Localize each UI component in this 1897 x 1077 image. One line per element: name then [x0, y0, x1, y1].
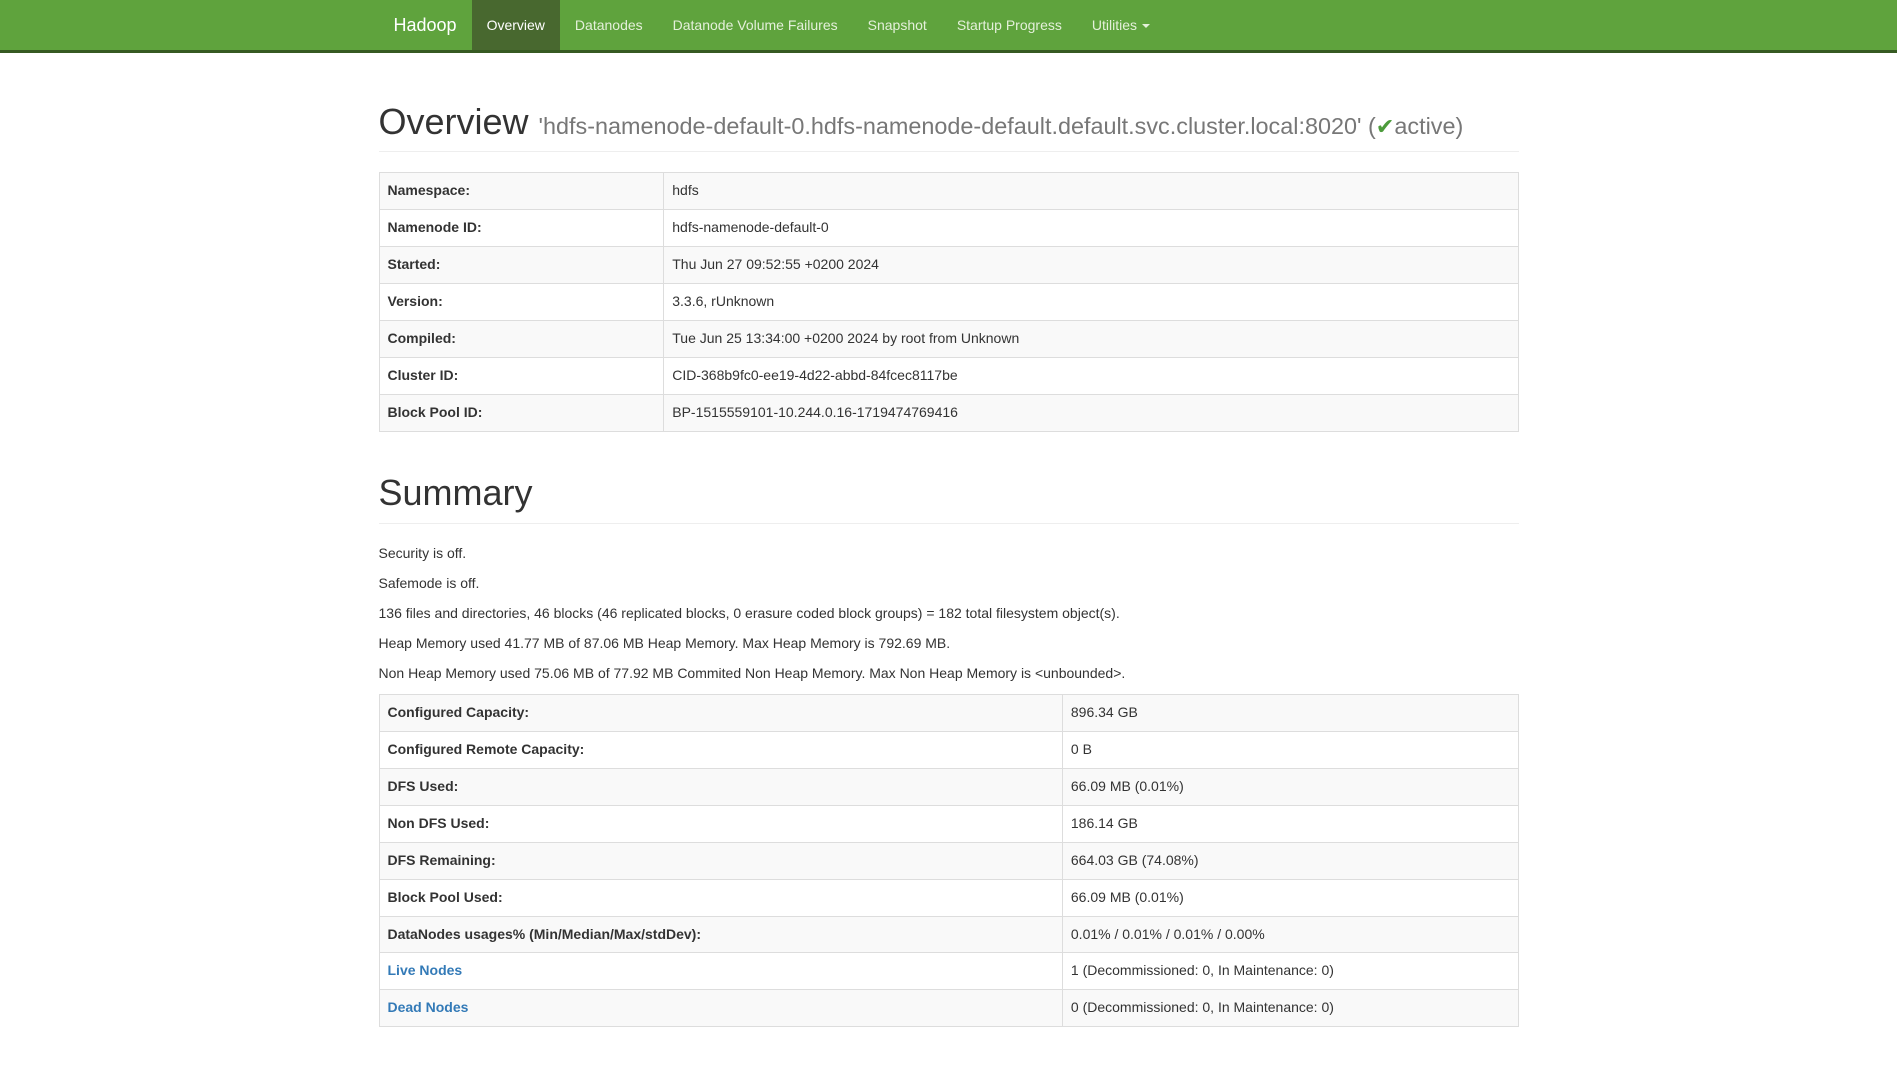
nav-link-overview[interactable]: Overview [472, 0, 560, 50]
row-value: 3.3.6, rUnknown [664, 284, 1518, 321]
summary-header: Summary [379, 472, 1519, 523]
cluster-metrics-table: Configured Capacity: 896.34 GB Configure… [379, 694, 1519, 1028]
nav-item-overview: Overview [472, 0, 560, 50]
row-value: Tue Jun 25 13:34:00 +0200 2024 by root f… [664, 321, 1518, 358]
row-value: 896.34 GB [1062, 694, 1518, 731]
live-nodes-link[interactable]: Live Nodes [388, 962, 463, 978]
row-label: Version: [379, 284, 664, 321]
row-label: Configured Capacity: [379, 694, 1062, 731]
row-label: Dead Nodes [379, 990, 1062, 1027]
nav-link-utilities-dropdown[interactable]: Utilities [1077, 0, 1165, 50]
summary-title: Summary [379, 472, 1519, 513]
nav-item-utilities: Utilities [1077, 0, 1165, 50]
row-value: 0 (Decommissioned: 0, In Maintenance: 0) [1062, 990, 1518, 1027]
page-title: Overview 'hdfs-namenode-default-0.hdfs-n… [379, 101, 1519, 142]
row-value: hdfs [664, 173, 1518, 210]
table-row: DFS Used: 66.09 MB (0.01%) [379, 768, 1518, 805]
summary-security-line: Security is off. [379, 544, 1519, 564]
overview-header: Overview 'hdfs-namenode-default-0.hdfs-n… [379, 101, 1519, 152]
row-label: Non DFS Used: [379, 805, 1062, 842]
table-row: Configured Capacity: 896.34 GB [379, 694, 1518, 731]
table-row: Compiled: Tue Jun 25 13:34:00 +0200 2024… [379, 321, 1518, 358]
status-paren-close: ) [1456, 113, 1464, 139]
main-nav: Overview Datanodes Datanode Volume Failu… [472, 0, 1165, 50]
status-paren-open: ( [1368, 113, 1376, 139]
page-title-text: Overview [379, 101, 529, 142]
row-label: Cluster ID: [379, 358, 664, 395]
table-row: DataNodes usages% (Min/Median/Max/stdDev… [379, 916, 1518, 953]
nav-link-startup-progress[interactable]: Startup Progress [942, 0, 1077, 50]
row-value: 66.09 MB (0.01%) [1062, 879, 1518, 916]
table-row: Non DFS Used: 186.14 GB [379, 805, 1518, 842]
row-value: 1 (Decommissioned: 0, In Maintenance: 0) [1062, 953, 1518, 990]
table-row: Started: Thu Jun 27 09:52:55 +0200 2024 [379, 247, 1518, 284]
row-label: Live Nodes [379, 953, 1062, 990]
row-label: Configured Remote Capacity: [379, 731, 1062, 768]
row-label: Namespace: [379, 173, 664, 210]
namenode-address: 'hdfs-namenode-default-0.hdfs-namenode-d… [539, 113, 1464, 139]
row-label: DFS Used: [379, 768, 1062, 805]
top-navbar: Hadoop Overview Datanodes Datanode Volum… [0, 0, 1897, 53]
nav-item-snapshot: Snapshot [853, 0, 942, 50]
table-row: Configured Remote Capacity: 0 B [379, 731, 1518, 768]
table-row: Block Pool Used: 66.09 MB (0.01%) [379, 879, 1518, 916]
row-value: BP-1515559101-10.244.0.16-1719474769416 [664, 395, 1518, 432]
nav-item-datanodes: Datanodes [560, 0, 658, 50]
namenode-host-port: 'hdfs-namenode-default-0.hdfs-namenode-d… [539, 113, 1362, 139]
table-row: Block Pool ID: BP-1515559101-10.244.0.16… [379, 395, 1518, 432]
row-value: CID-368b9fc0-ee19-4d22-abbd-84fcec8117be [664, 358, 1518, 395]
status-label: active [1394, 113, 1455, 139]
row-value: 0 B [1062, 731, 1518, 768]
table-row: Version: 3.3.6, rUnknown [379, 284, 1518, 321]
namenode-status: (✔active) [1368, 113, 1463, 139]
row-value: 664.03 GB (74.08%) [1062, 842, 1518, 879]
summary-text-block: Security is off. Safemode is off. 136 fi… [379, 544, 1519, 684]
ok-check-icon: ✔ [1376, 114, 1395, 139]
row-value: 186.14 GB [1062, 805, 1518, 842]
table-row: Live Nodes 1 (Decommissioned: 0, In Main… [379, 953, 1518, 990]
nav-item-datanode-volume-failures: Datanode Volume Failures [658, 0, 853, 50]
row-value: 66.09 MB (0.01%) [1062, 768, 1518, 805]
nav-link-datanode-volume-failures[interactable]: Datanode Volume Failures [658, 0, 853, 50]
summary-safemode-line: Safemode is off. [379, 574, 1519, 594]
table-row: Dead Nodes 0 (Decommissioned: 0, In Main… [379, 990, 1518, 1027]
row-value: Thu Jun 27 09:52:55 +0200 2024 [664, 247, 1518, 284]
nav-link-snapshot[interactable]: Snapshot [853, 0, 942, 50]
row-label: Namenode ID: [379, 210, 664, 247]
summary-heap-memory-line: Heap Memory used 41.77 MB of 87.06 MB He… [379, 634, 1519, 654]
summary-filesystem-objects-line: 136 files and directories, 46 blocks (46… [379, 604, 1519, 624]
caret-down-icon [1142, 24, 1150, 28]
dead-nodes-link[interactable]: Dead Nodes [388, 999, 469, 1015]
nav-link-datanodes[interactable]: Datanodes [560, 0, 658, 50]
utilities-label: Utilities [1092, 17, 1137, 33]
table-row: DFS Remaining: 664.03 GB (74.08%) [379, 842, 1518, 879]
namenode-info-table: Namespace: hdfs Namenode ID: hdfs-nameno… [379, 172, 1519, 432]
row-label: DFS Remaining: [379, 842, 1062, 879]
table-row: Namenode ID: hdfs-namenode-default-0 [379, 210, 1518, 247]
row-label: Compiled: [379, 321, 664, 358]
row-value: hdfs-namenode-default-0 [664, 210, 1518, 247]
row-value: 0.01% / 0.01% / 0.01% / 0.00% [1062, 916, 1518, 953]
summary-non-heap-memory-line: Non Heap Memory used 75.06 MB of 77.92 M… [379, 664, 1519, 684]
hadoop-brand-link[interactable]: Hadoop [379, 0, 472, 50]
row-label: Started: [379, 247, 664, 284]
row-label: DataNodes usages% (Min/Median/Max/stdDev… [379, 916, 1062, 953]
table-row: Cluster ID: CID-368b9fc0-ee19-4d22-abbd-… [379, 358, 1518, 395]
row-label: Block Pool Used: [379, 879, 1062, 916]
table-row: Namespace: hdfs [379, 173, 1518, 210]
row-label: Block Pool ID: [379, 395, 664, 432]
nav-item-startup-progress: Startup Progress [942, 0, 1077, 50]
